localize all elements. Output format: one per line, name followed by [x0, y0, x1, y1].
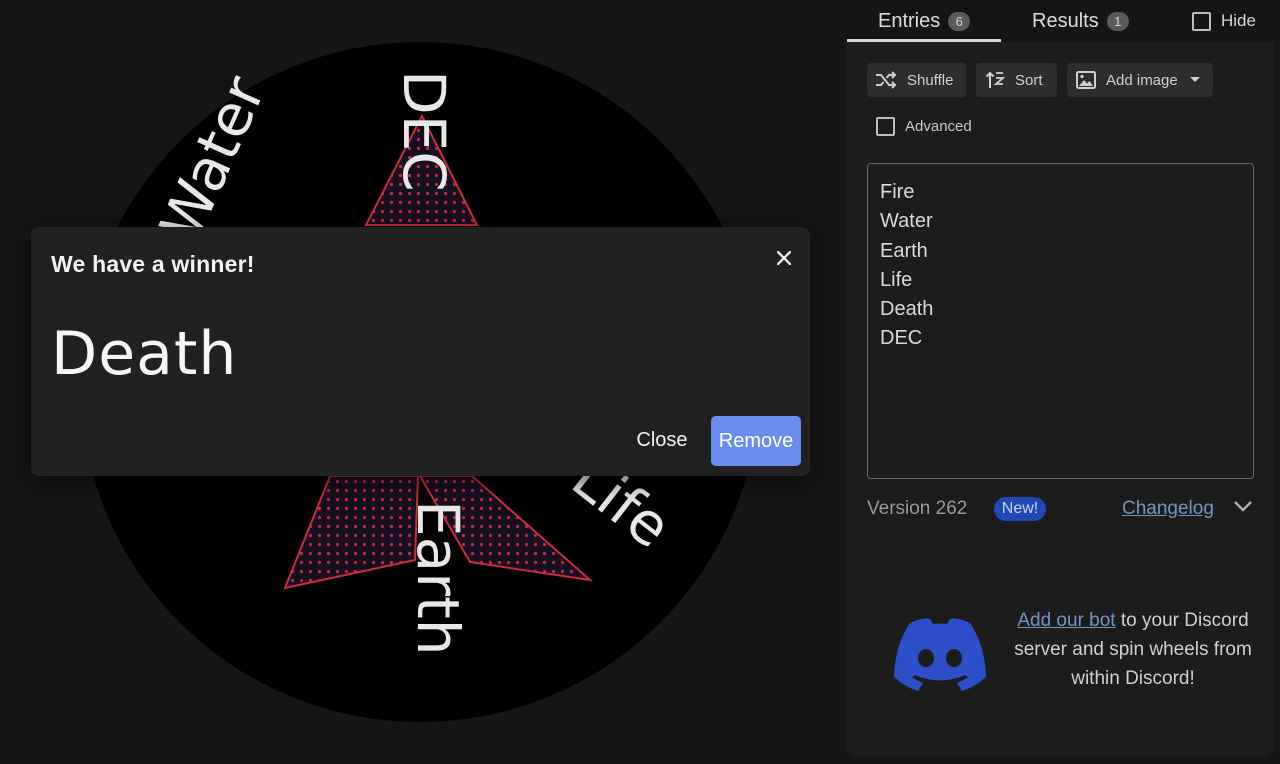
new-badge: New! [994, 497, 1046, 521]
entry-line: Life [880, 268, 913, 291]
add-image-label: Add image [1106, 71, 1178, 89]
entry-line: Earth [880, 239, 928, 262]
sort-label: Sort [1015, 71, 1043, 89]
winner-name: Death [51, 319, 238, 389]
discord-logo-icon [890, 615, 990, 698]
sort-icon [985, 71, 1005, 88]
dialog-title: We have a winner! [51, 251, 255, 277]
chevron-down-icon[interactable] [1233, 499, 1253, 517]
tab-label: Results [1032, 9, 1099, 32]
shuffle-icon [876, 71, 897, 89]
results-count-badge: 1 [1106, 11, 1129, 31]
checkbox-icon[interactable] [1192, 11, 1211, 31]
close-icon[interactable] [769, 243, 799, 273]
active-tab-indicator [847, 39, 1001, 42]
image-icon [1076, 71, 1096, 89]
shuffle-button[interactable]: Shuffle [867, 63, 966, 97]
add-image-button[interactable]: Add image [1067, 63, 1213, 97]
entry-line: DEC [880, 327, 923, 350]
entry-line: Water [880, 210, 933, 233]
discord-promo-text: Add our bot to your Discord server and s… [1012, 606, 1254, 693]
tab-results[interactable]: Results 1 [1032, 0, 1129, 42]
close-button[interactable]: Close [627, 417, 697, 463]
wheel-label-dec: DEC [390, 70, 458, 192]
caret-down-icon [1189, 77, 1200, 82]
add-bot-link[interactable]: Add our bot [1017, 610, 1115, 631]
remove-button[interactable]: Remove [711, 416, 801, 466]
shuffle-label: Shuffle [907, 71, 954, 89]
advanced-checkbox[interactable]: Advanced [876, 116, 972, 136]
sort-button[interactable]: Sort [976, 63, 1057, 97]
entry-line: Death [880, 298, 934, 321]
entries-textarea[interactable]: Fire Water Earth Life Death DEC [867, 163, 1254, 479]
advanced-label: Advanced [905, 117, 972, 135]
tab-entries[interactable]: Entries 6 [878, 0, 971, 42]
entry-line: Fire [880, 181, 915, 203]
winner-dialog: We have a winner! Death Close Remove [31, 227, 810, 476]
version-label: Version 262 [867, 498, 968, 519]
checkbox-icon[interactable] [876, 116, 895, 136]
entries-count-badge: 6 [948, 11, 971, 31]
changelog-link[interactable]: Changelog [1122, 498, 1214, 520]
hide-checkbox[interactable]: Hide [1192, 10, 1256, 32]
wheel-label-earth: Earth [404, 500, 472, 656]
tab-label: Entries [878, 9, 941, 32]
hide-label: Hide [1221, 11, 1256, 30]
